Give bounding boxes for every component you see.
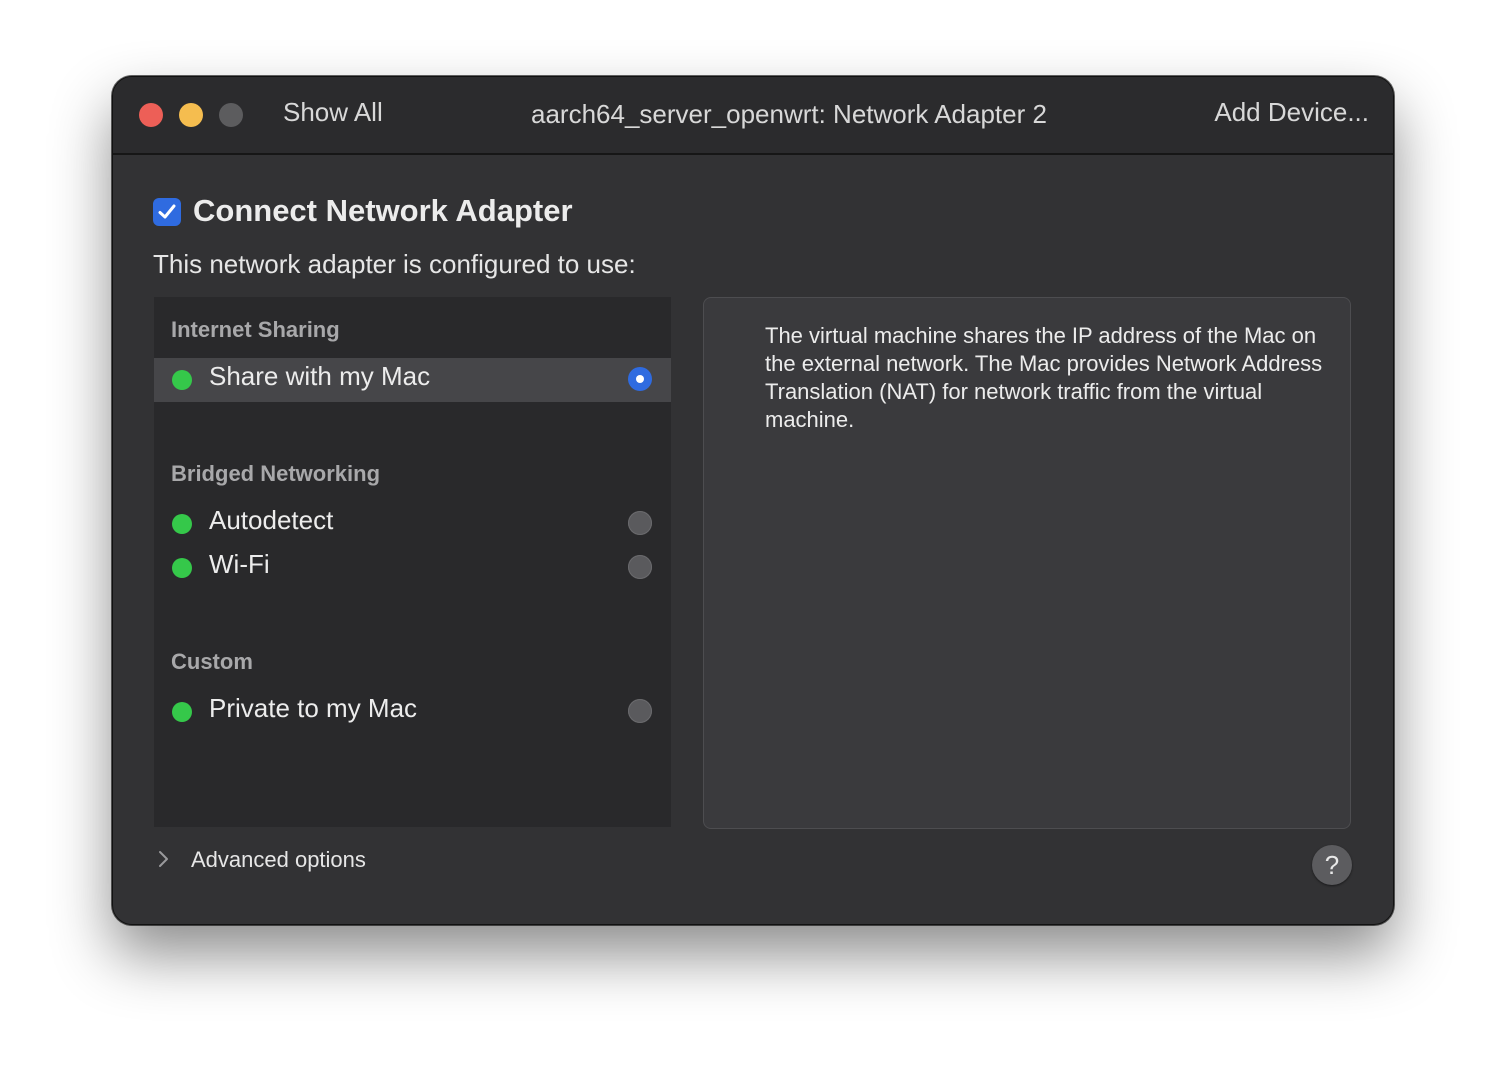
advanced-options-label: Advanced options bbox=[191, 847, 366, 872]
status-dot-icon bbox=[172, 702, 192, 722]
connect-network-adapter-label[interactable]: Connect Network Adapter bbox=[193, 193, 573, 229]
list-item-label: Private to my Mac bbox=[209, 693, 418, 723]
checkmark-icon bbox=[158, 204, 176, 219]
show-all-button[interactable]: Show All bbox=[283, 97, 383, 128]
titlebar: Show All aarch64_server_openwrt: Network… bbox=[113, 77, 1393, 155]
list-item-label: Share with my Mac bbox=[209, 361, 431, 391]
list-item-autodetect[interactable]: Autodetect bbox=[154, 502, 671, 546]
configured-to-use-label: This network adapter is configured to us… bbox=[153, 249, 636, 279]
list-item-share-with-my-mac[interactable]: Share with my Mac bbox=[154, 358, 671, 402]
network-mode-list: Internet Sharing Share with my Mac Bridg… bbox=[154, 297, 671, 827]
list-item-wi-fi[interactable]: Wi-Fi bbox=[154, 546, 671, 590]
section-header-internet-sharing: Internet Sharing bbox=[171, 317, 340, 342]
help-button[interactable]: ? bbox=[1312, 845, 1352, 885]
radio-autodetect[interactable] bbox=[628, 511, 652, 535]
section-header-custom: Custom bbox=[171, 649, 253, 674]
list-item-label: Autodetect bbox=[209, 505, 334, 535]
status-dot-icon bbox=[172, 558, 192, 578]
radio-share-with-my-mac[interactable] bbox=[628, 367, 652, 391]
status-dot-icon bbox=[172, 514, 192, 534]
window-title: aarch64_server_openwrt: Network Adapter … bbox=[531, 99, 1047, 129]
radio-private-to-my-mac[interactable] bbox=[628, 699, 652, 723]
radio-wi-fi[interactable] bbox=[628, 555, 652, 579]
description-panel: The virtual machine shares the IP addres… bbox=[703, 297, 1351, 829]
question-mark-icon: ? bbox=[1324, 850, 1340, 880]
list-item-label: Wi-Fi bbox=[209, 549, 270, 579]
chevron-right-icon bbox=[157, 847, 171, 878]
close-window-button[interactable] bbox=[139, 103, 163, 127]
list-item-private-to-my-mac[interactable]: Private to my Mac bbox=[154, 690, 671, 734]
minimize-window-button[interactable] bbox=[179, 103, 203, 127]
connect-network-adapter-checkbox[interactable] bbox=[153, 198, 181, 226]
network-adapter-window: Show All aarch64_server_openwrt: Network… bbox=[112, 76, 1394, 925]
add-device-button[interactable]: Add Device... bbox=[1214, 97, 1369, 128]
zoom-window-button[interactable] bbox=[219, 103, 243, 127]
section-header-bridged-networking: Bridged Networking bbox=[171, 461, 381, 486]
description-text: The virtual machine shares the IP addres… bbox=[765, 323, 1323, 432]
status-dot-icon bbox=[172, 370, 192, 390]
